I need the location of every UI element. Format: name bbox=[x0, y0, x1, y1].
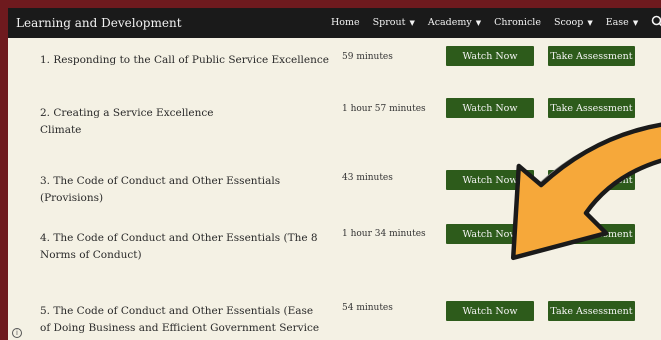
watch-now-button[interactable]: Watch Now bbox=[446, 98, 534, 118]
course-title: 2. Creating a Service Excellence Climate bbox=[40, 107, 214, 136]
course-title: 5. The Code of Conduct and Other Essenti… bbox=[40, 305, 320, 340]
course-duration: 59 minutes bbox=[342, 52, 393, 62]
take-assessment-button[interactable]: Take Assessment bbox=[548, 301, 635, 321]
course-duration: 1 hour 57 minutes bbox=[342, 104, 426, 114]
search-icon[interactable] bbox=[651, 15, 661, 29]
watch-now-button[interactable]: Watch Now bbox=[446, 224, 534, 244]
info-icon[interactable]: i bbox=[12, 328, 22, 338]
nav-item-chronicle[interactable]: Chronicle bbox=[494, 17, 541, 28]
nav-item-sprout[interactable]: Sprout ▼ bbox=[373, 17, 415, 28]
main-nav: Home Sprout ▼ Academy ▼ Chronicle Scoop … bbox=[331, 17, 651, 28]
nav-item-label: Academy bbox=[427, 17, 472, 28]
course-title: 3. The Code of Conduct and Other Essenti… bbox=[40, 175, 281, 204]
site-brand[interactable]: Learning and Development bbox=[16, 16, 182, 30]
chevron-down-icon: ▼ bbox=[475, 18, 482, 27]
nav-item-scoop[interactable]: Scoop ▼ bbox=[554, 17, 593, 28]
nav-item-label: Home bbox=[331, 17, 360, 28]
list-item: 4. The Code of Conduct and Other Essenti… bbox=[8, 218, 661, 288]
nav-item-academy[interactable]: Academy ▼ bbox=[428, 17, 481, 28]
take-assessment-button[interactable]: Take Assessment bbox=[548, 224, 635, 244]
watch-now-button[interactable]: Watch Now bbox=[446, 170, 534, 190]
chevron-down-icon: ▼ bbox=[632, 18, 639, 27]
nav-item-label: Ease bbox=[605, 17, 629, 28]
list-item: 5. The Code of Conduct and Other Essenti… bbox=[8, 288, 661, 340]
course-duration: 1 hour 34 minutes bbox=[342, 229, 426, 239]
take-assessment-button[interactable]: Take Assessment bbox=[548, 46, 635, 66]
nav-item-label: Sprout bbox=[372, 17, 406, 28]
chevron-down-icon: ▼ bbox=[587, 18, 593, 27]
watch-now-button[interactable]: Watch Now bbox=[446, 46, 534, 66]
take-assessment-button[interactable]: Take Assessment bbox=[548, 98, 635, 118]
nav-item-ease[interactable]: Ease ▼ bbox=[606, 17, 639, 28]
list-item: 1. Responding to the Call of Public Serv… bbox=[8, 38, 661, 88]
page-frame: Learning and Development Home Sprout ▼ A… bbox=[8, 8, 661, 340]
course-duration: 43 minutes bbox=[342, 173, 393, 183]
list-item: 2. Creating a Service Excellence Climate… bbox=[8, 88, 661, 158]
take-assessment-button[interactable]: Take Assessment bbox=[548, 170, 635, 190]
course-title: 1. Responding to the Call of Public Serv… bbox=[40, 54, 329, 66]
nav-item-home[interactable]: Home bbox=[331, 17, 360, 28]
nav-item-label: Chronicle bbox=[494, 17, 541, 28]
nav-item-label: Scoop bbox=[553, 17, 584, 28]
course-duration: 54 minutes bbox=[342, 303, 393, 313]
top-navbar: Learning and Development Home Sprout ▼ A… bbox=[8, 8, 661, 38]
list-item: 3. The Code of Conduct and Other Essenti… bbox=[8, 158, 661, 218]
watch-now-button[interactable]: Watch Now bbox=[446, 301, 534, 321]
chevron-down-icon: ▼ bbox=[409, 18, 415, 27]
course-list: 1. Responding to the Call of Public Serv… bbox=[8, 38, 661, 340]
course-title: 4. The Code of Conduct and Other Essenti… bbox=[40, 232, 318, 261]
